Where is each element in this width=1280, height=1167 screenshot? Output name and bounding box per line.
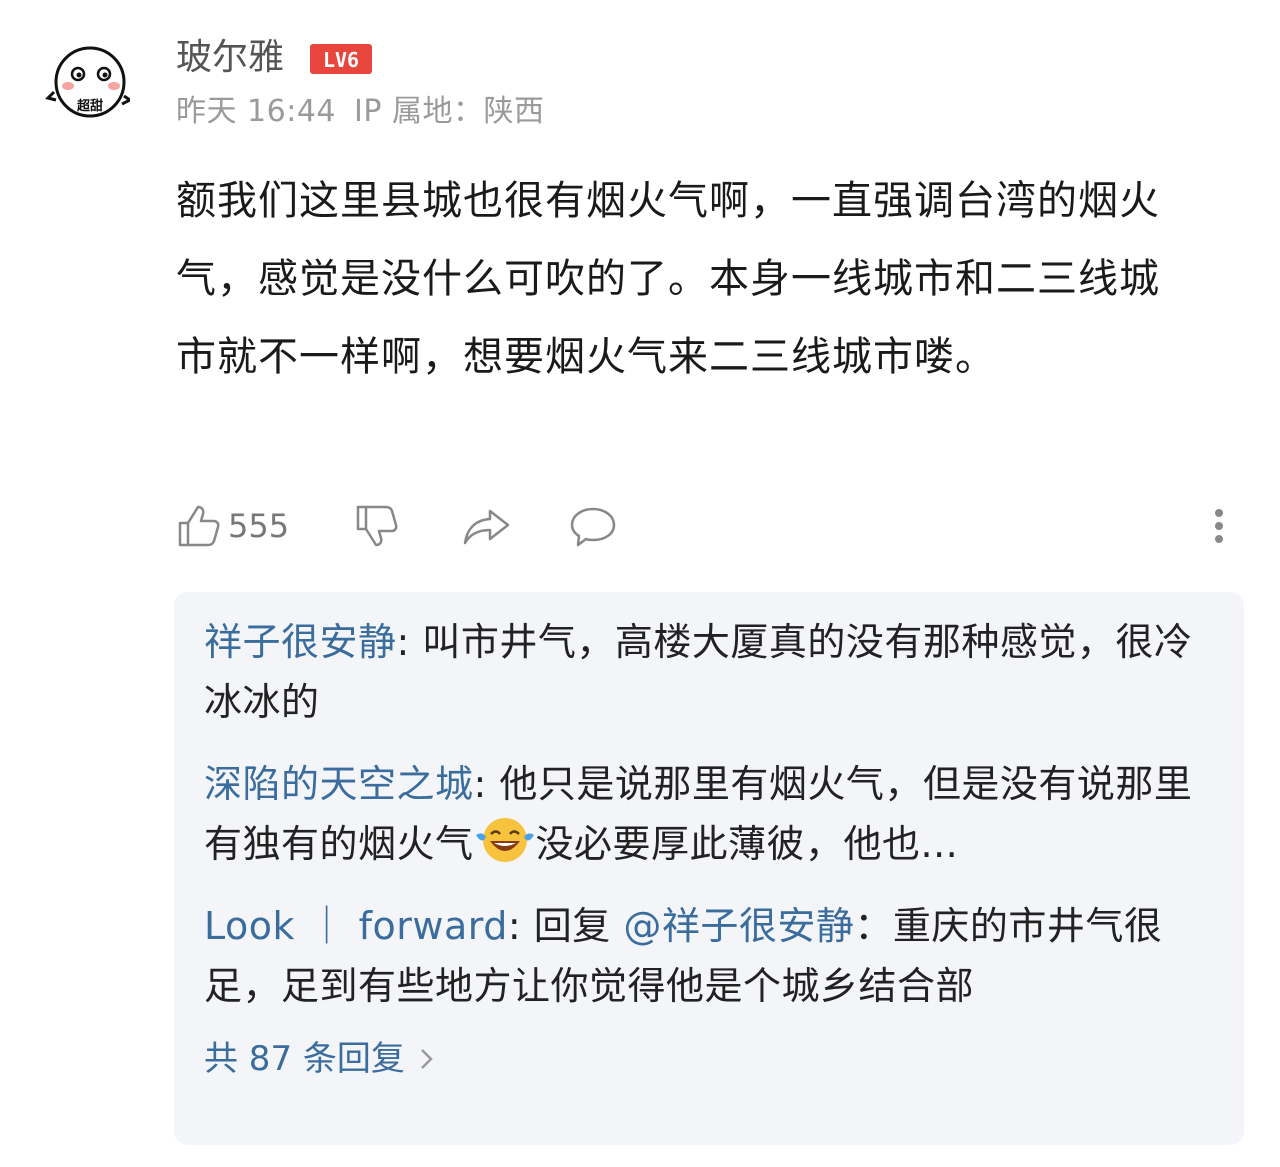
comment-icon (570, 507, 616, 547)
reply-author[interactable]: 祥子很安静 (204, 620, 397, 664)
reply-separator: : (473, 762, 500, 806)
comment-button[interactable] (568, 498, 618, 554)
chevron-right-icon (421, 1049, 433, 1069)
like-count: 555 (228, 507, 290, 545)
dislike-button[interactable] (354, 498, 400, 554)
reply-item[interactable]: 祥子很安静: 叫市井气，高楼大厦真的没有那种感觉，很冷冰冰的 (204, 612, 1214, 732)
thumbs-down-icon (356, 505, 398, 547)
username[interactable]: 玻尔雅 (176, 34, 284, 82)
replies-panel: 祥子很安静: 叫市井气，高楼大厦真的没有那种感觉，很冷冰冰的 深陷的天空之城: … (174, 592, 1244, 1145)
total-replies-label: 共 87 条回复 (204, 1039, 405, 1079)
avatar[interactable]: 超甜 (44, 44, 133, 124)
ip-location: IP 属地：陕西 (354, 94, 545, 129)
view-all-replies-link[interactable]: 共 87 条回复 (204, 1034, 1214, 1084)
action-bar: 555 (176, 498, 1256, 554)
post-content: 额我们这里县城也很有烟火气啊，一直强调台湾的烟火气，感觉是没什么可吹的了。本身一… (176, 178, 1160, 380)
reply-item[interactable]: 深陷的天空之城: 他只是说那里有烟火气，但是没有说那里有独有的烟火气 没必要厚此… (204, 754, 1214, 874)
level-badge: LV6 (310, 44, 372, 74)
more-icon (1215, 509, 1223, 543)
reply-item[interactable]: Look ｜ forward: 回复 @祥子很安静：重庆的市井气很足，足到有些地… (204, 896, 1214, 1016)
reply-prefix: 回复 (533, 904, 624, 948)
more-button[interactable] (1206, 498, 1232, 554)
post-meta: 昨天 16:44 IP 属地：陕西 (176, 90, 562, 134)
reply-mention[interactable]: @祥子很安静 (623, 904, 854, 948)
reply-author[interactable]: Look ｜ forward (204, 904, 508, 948)
thumbs-up-icon (178, 505, 220, 547)
reply-author[interactable]: 深陷的天空之城 (204, 762, 474, 806)
laughing-tears-emoji-icon (474, 815, 536, 865)
avatar-text: 超甜 (77, 98, 103, 114)
post-date: 昨天 16:44 (176, 94, 336, 129)
share-icon (463, 509, 510, 545)
reply-separator: : (507, 904, 534, 948)
reply-text-continued: 没必要厚此薄彼，他也... (535, 822, 959, 866)
share-button[interactable] (462, 498, 512, 554)
level-badge-text: LV6 (323, 48, 359, 72)
like-button[interactable]: 555 (176, 498, 289, 554)
reply-separator: : (396, 620, 423, 664)
